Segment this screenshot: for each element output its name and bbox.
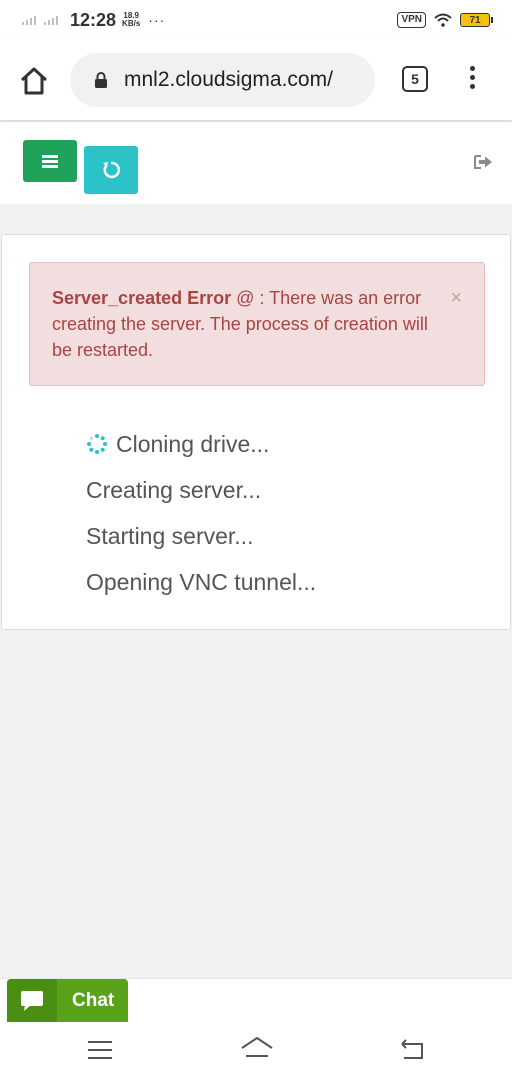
tab-switcher-button[interactable]: 5 <box>402 66 428 92</box>
provisioning-panel: × Server_created Error @ : There was an … <box>1 234 511 630</box>
chat-button[interactable]: Chat <box>7 979 128 1022</box>
spinner-icon <box>87 434 107 454</box>
battery-icon: 71 <box>460 13 493 27</box>
hamburger-icon <box>42 153 58 170</box>
refresh-button[interactable] <box>84 146 138 194</box>
step-cloning-drive: Cloning drive... <box>86 421 316 467</box>
signal-icon <box>22 15 58 25</box>
step-label: Opening VNC tunnel... <box>86 569 317 595</box>
network-speed-unit: KB/s <box>122 19 141 28</box>
browser-menu-icon[interactable] <box>466 66 478 94</box>
address-bar[interactable]: mnl2.cloudsigma.com/ <box>70 53 375 107</box>
system-nav-bar <box>0 1022 512 1080</box>
url-text: mnl2.cloudsigma.com/ <box>124 68 333 91</box>
nav-home-icon[interactable] <box>240 1036 274 1062</box>
nav-back-icon[interactable] <box>398 1038 426 1062</box>
menu-toggle-button[interactable] <box>23 140 77 182</box>
error-alert: × Server_created Error @ : There was an … <box>29 262 485 386</box>
progress-steps: Cloning drive... Creating server... Star… <box>86 421 316 605</box>
sign-out-icon[interactable] <box>473 154 493 170</box>
step-creating-server: Creating server... <box>86 467 316 513</box>
app-toolbar <box>0 122 512 204</box>
step-label: Starting server... <box>86 523 254 549</box>
step-starting-server: Starting server... <box>86 513 316 559</box>
chat-label: Chat <box>72 989 115 1011</box>
status-bar: 12:28 18.9 KB/s ··· VPN 71 <box>0 0 512 40</box>
vpn-badge: VPN <box>397 12 426 28</box>
chat-bubble-icon <box>21 990 43 1011</box>
wifi-icon <box>434 13 452 27</box>
close-icon[interactable]: × <box>450 285 462 311</box>
home-icon[interactable] <box>18 65 50 97</box>
step-opening-vnc: Opening VNC tunnel... <box>86 559 316 605</box>
chat-bar: Chat <box>0 978 512 1022</box>
notification-more: ··· <box>148 12 166 28</box>
refresh-icon <box>103 161 120 179</box>
alert-title: Server_created Error <box>52 288 232 308</box>
battery-level: 71 <box>469 14 481 26</box>
tab-count: 5 <box>411 71 419 87</box>
step-label: Creating server... <box>86 477 262 503</box>
lock-icon <box>95 72 107 88</box>
network-speed: 18.9 KB/s <box>122 12 140 28</box>
step-label: Cloning drive... <box>116 431 270 457</box>
nav-menu-icon[interactable] <box>88 1041 112 1065</box>
status-time: 12:28 <box>70 9 117 30</box>
browser-toolbar: mnl2.cloudsigma.com/ 5 <box>0 40 512 120</box>
